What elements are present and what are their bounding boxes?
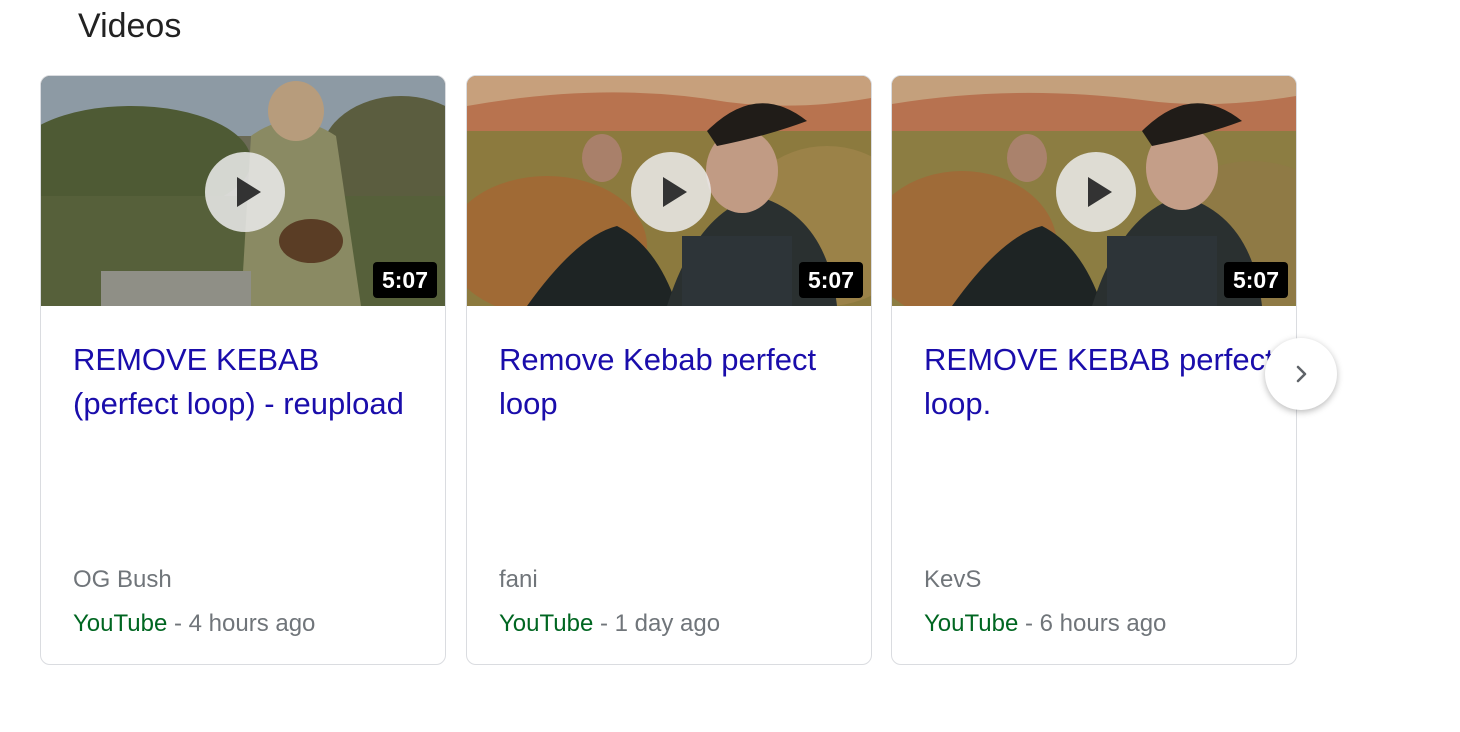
video-duration: 5:07: [798, 262, 863, 298]
video-thumbnail[interactable]: 5:07: [467, 76, 871, 306]
video-meta: YouTube - 1 day ago: [499, 608, 720, 640]
video-channel: KevS: [924, 566, 982, 593]
next-button[interactable]: [1265, 338, 1337, 410]
play-icon[interactable]: [1056, 152, 1136, 232]
video-channel: OG Bush: [73, 566, 172, 593]
video-source: YouTube: [73, 610, 168, 637]
meta-separator: -: [167, 610, 189, 637]
video-age: 1 day ago: [614, 610, 721, 637]
section-title: Videos: [78, 7, 182, 45]
video-meta: YouTube - 6 hours ago: [924, 608, 1166, 640]
video-channel: fani: [499, 566, 538, 593]
video-source: YouTube: [499, 610, 594, 637]
video-duration: 5:07: [372, 262, 437, 298]
video-title[interactable]: REMOVE KEBAB (perfect loop) - reupload: [73, 338, 425, 426]
video-age: 6 hours ago: [1039, 610, 1167, 637]
video-card-3[interactable]: 5:07 REMOVE KEBAB perfect loop. KevS You…: [891, 75, 1297, 665]
chevron-right-icon: [1296, 365, 1307, 383]
video-thumbnail[interactable]: 5:07: [892, 76, 1296, 306]
video-age: 4 hours ago: [188, 610, 316, 637]
video-card-2[interactable]: 5:07 Remove Kebab perfect loop fani YouT…: [466, 75, 872, 665]
video-title[interactable]: REMOVE KEBAB perfect loop.: [924, 338, 1276, 426]
play-icon[interactable]: [205, 152, 285, 232]
video-title[interactable]: Remove Kebab perfect loop: [499, 338, 851, 426]
play-icon[interactable]: [631, 152, 711, 232]
video-source: YouTube: [924, 610, 1019, 637]
video-duration: 5:07: [1223, 262, 1288, 298]
video-meta: YouTube - 4 hours ago: [73, 608, 315, 640]
video-thumbnail[interactable]: 5:07: [41, 76, 445, 306]
meta-separator: -: [593, 610, 615, 637]
video-card-1[interactable]: 5:07 REMOVE KEBAB (perfect loop) - reupl…: [40, 75, 446, 665]
meta-separator: -: [1018, 610, 1040, 637]
